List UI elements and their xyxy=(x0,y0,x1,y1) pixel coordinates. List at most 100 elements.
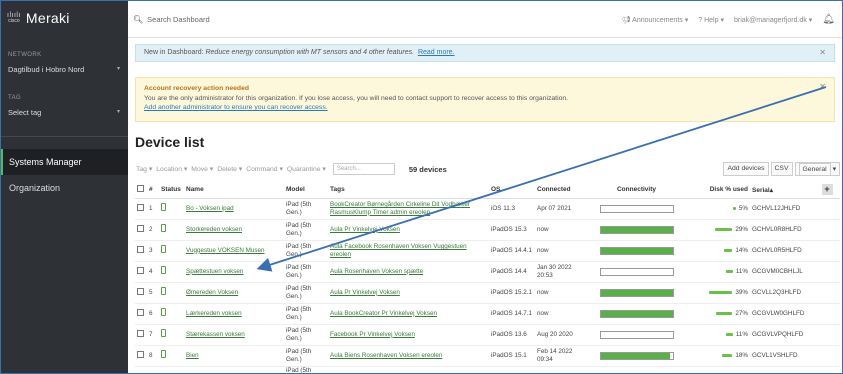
device-model: iPad (5th xyxy=(284,366,328,374)
select-all-checkbox[interactable] xyxy=(135,182,147,199)
table-row[interactable]: iPad (5th xyxy=(135,366,840,374)
col-name[interactable]: Name xyxy=(184,182,284,199)
bell-icon[interactable]: 🔔︎ xyxy=(822,14,835,25)
table-row[interactable]: 2 Storkereden voksen iPad (5th Gen.) Aula P… xyxy=(135,219,840,241)
row-checkbox[interactable] xyxy=(135,198,147,220)
device-tags[interactable]: Aula Facebook Rosenhaven Voksen Vuggestu… xyxy=(328,240,489,262)
cisco-logo: ılıılı cisco xyxy=(7,11,21,24)
row-spacer xyxy=(814,324,840,346)
connectivity-bar-cell xyxy=(588,219,685,241)
tag-selector[interactable]: Select tag ▾ xyxy=(8,108,120,117)
network-selector[interactable]: Dagtilbud i Hobro Nord ▾ xyxy=(8,65,120,74)
device-status-icon xyxy=(159,198,184,220)
device-name-link[interactable]: Storkereden voksen xyxy=(184,219,284,241)
location-button[interactable]: Location ▾ xyxy=(155,164,188,174)
table-row[interactable]: 1 Bo - Voksen ipad iPad (5th Gen.) BookCrea… xyxy=(135,198,840,220)
table-row[interactable]: 8 Bien iPad (5th Gen.) Aula Biens Rosenhave… xyxy=(135,345,840,367)
help-menu[interactable]: ? Help ▾ xyxy=(698,16,724,24)
device-name-link[interactable]: Stærekassen voksen xyxy=(184,324,284,346)
csv-button[interactable]: CSV xyxy=(770,162,793,176)
device-name-link[interactable]: Vuggestue VOKSEN Musen xyxy=(184,240,284,262)
device-name-link[interactable]: Bo - Voksen ipad xyxy=(184,198,284,220)
device-tags[interactable]: Facebook Pr Vinkelvej Voksen xyxy=(328,324,489,346)
connectivity-bar xyxy=(599,225,674,234)
disk-usage-value: 14% xyxy=(735,246,748,254)
add-column-button[interactable]: + xyxy=(814,182,840,199)
command-button[interactable]: Command ▾ xyxy=(245,164,284,174)
device-model: iPad (5th Gen.) xyxy=(284,219,328,241)
col-connectivity[interactable]: Connectivity xyxy=(588,182,685,199)
sidebar-item-systems-manager[interactable]: Systems Manager xyxy=(0,149,128,175)
connectivity-bar xyxy=(599,330,674,339)
device-name-link[interactable]: Spættestuen voksen xyxy=(184,261,284,283)
col-os[interactable]: OS xyxy=(489,182,535,199)
col-status[interactable]: Status xyxy=(159,182,184,199)
meraki-logo[interactable]: ılıılı cisco Meraki xyxy=(7,10,70,26)
col-connected[interactable]: Connected xyxy=(535,182,588,199)
col-num[interactable]: # xyxy=(147,182,159,199)
table-row[interactable]: 5 Ømereden Voksen iPad (5th Gen.) Aula Pr V… xyxy=(135,282,840,304)
connectivity-bar-cell xyxy=(588,261,685,283)
col-disk[interactable]: Disk % used xyxy=(685,182,750,199)
table-row[interactable]: 7 Stærekassen voksen iPad (5th Gen.) Facebo… xyxy=(135,324,840,346)
device-os: iOS 11.3 xyxy=(489,198,535,220)
tag-button[interactable]: Tag ▾ xyxy=(135,164,153,174)
row-spacer xyxy=(814,198,840,220)
announcements-menu[interactable]: 📢︎ Announcements ▾ xyxy=(622,16,689,24)
device-tags[interactable]: Aula Rosenhaven Voksen spætte xyxy=(328,261,489,283)
location-button-label: Location xyxy=(156,166,182,173)
device-toolbar: Tag ▾ Location ▾ Move ▾ Delete ▾ Command… xyxy=(135,162,840,176)
device-name: Vuggestue VOKSEN Musen xyxy=(186,246,265,254)
col-serial[interactable]: Serial▴ xyxy=(750,182,814,199)
row-checkbox[interactable] xyxy=(135,345,147,367)
search-input[interactable]: 🔍︎ Search Dashboard xyxy=(133,15,210,24)
close-icon[interactable]: ✕ xyxy=(819,48,826,57)
device-tags[interactable]: Aula Pr Vinkelvej Voksen xyxy=(328,282,489,304)
sort-icon: ▴ xyxy=(769,186,773,194)
add-admin-link[interactable]: Add another administrator to ensure you … xyxy=(144,104,328,111)
device-os: iPadOS 14.4 xyxy=(489,261,535,283)
move-button[interactable]: Move ▾ xyxy=(190,164,214,174)
device-name: Storkereden voksen xyxy=(186,225,243,233)
device-status-icon xyxy=(159,240,184,262)
row-checkbox[interactable] xyxy=(135,219,147,241)
help-icon: ? xyxy=(698,16,703,24)
user-menu[interactable]: briak@mariagerfjord.dk ▾ xyxy=(734,16,812,24)
row-number: 8 xyxy=(147,345,159,367)
device-name: Bien xyxy=(186,351,199,359)
row-spacer xyxy=(814,303,840,325)
device-connected: now xyxy=(535,303,588,325)
device-name-link[interactable]: Lærkereden voksen xyxy=(184,303,284,325)
read-more-link[interactable]: Read more. xyxy=(418,49,455,56)
col-tags[interactable]: Tags xyxy=(328,182,489,199)
device-tags[interactable]: BookCreator Børnegården Cirkeline Dit Vo… xyxy=(328,198,489,220)
add-devices-button[interactable]: Add devices xyxy=(723,162,769,176)
close-icon[interactable]: ✕ xyxy=(819,82,826,92)
row-checkbox[interactable] xyxy=(135,261,147,283)
delete-button[interactable]: Delete ▾ xyxy=(216,164,243,174)
device-tags-text: BookCreator Børnegården Cirkeline Dit Vo… xyxy=(330,201,470,216)
device-tags[interactable]: Aula Pr Vinkelvej Voksen xyxy=(328,219,489,241)
device-name-link[interactable]: Ømereden Voksen xyxy=(184,282,284,304)
disk-usage: 14% xyxy=(685,240,750,262)
device-tags[interactable]: Aula BookCreator Pr Vinkelvej Voksen xyxy=(328,303,489,325)
device-os: iPadOS 15.3 xyxy=(489,219,535,241)
table-row[interactable]: 3 Vuggestue VOKSEN Musen iPad (5th Gen.) Au… xyxy=(135,240,840,262)
device-connected: Aug 20 2020 xyxy=(535,324,588,346)
table-row[interactable]: 4 Spættestuen voksen iPad (5th Gen.) Aula R… xyxy=(135,261,840,283)
device-status-icon xyxy=(159,282,184,304)
quarantine-button[interactable]: Quarantine ▾ xyxy=(286,164,327,174)
general-dropdown[interactable]: General ▾ xyxy=(794,162,840,176)
sidebar-item-organization[interactable]: Organization xyxy=(0,175,128,201)
col-model[interactable]: Model xyxy=(284,182,328,199)
device-name-link[interactable]: Bien xyxy=(184,345,284,367)
table-row[interactable]: 6 Lærkereden voksen iPad (5th Gen.) Aula Bo… xyxy=(135,303,840,325)
row-checkbox[interactable] xyxy=(135,282,147,304)
row-checkbox[interactable] xyxy=(135,324,147,346)
row-checkbox[interactable] xyxy=(135,240,147,262)
device-tags[interactable]: Aula Biens Rosenhaven Voksen ereolen xyxy=(328,345,489,367)
top-bar: 🔍︎ Search Dashboard 📢︎ Announcements ▾ ?… xyxy=(128,0,843,38)
search-icon: 🔍︎ xyxy=(133,15,144,24)
device-search-input[interactable]: Search... xyxy=(332,163,395,175)
row-checkbox[interactable] xyxy=(135,303,147,325)
